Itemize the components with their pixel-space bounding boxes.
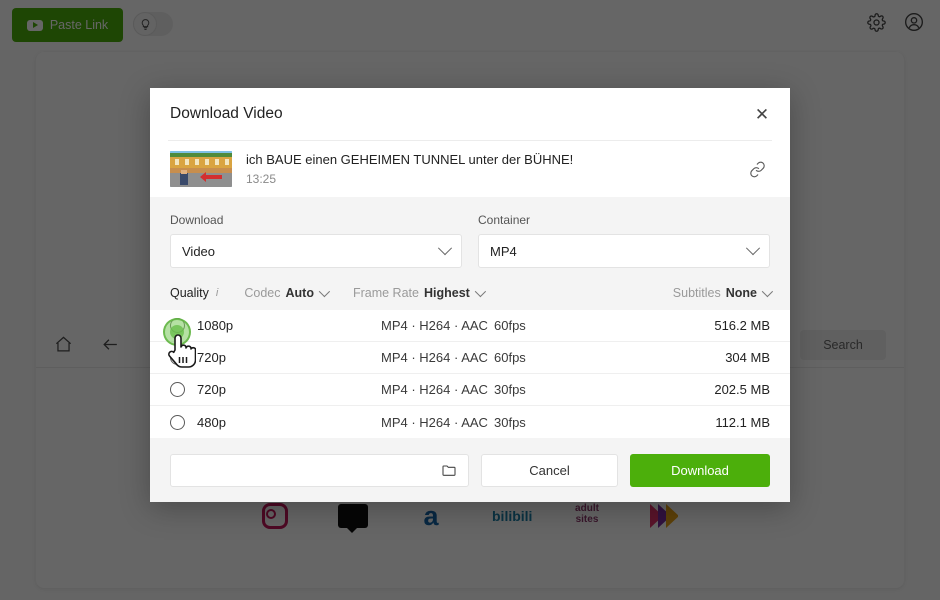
- quality-resolution: 480p: [197, 414, 226, 430]
- quality-codec: MP4 · H264 · AAC: [381, 414, 488, 430]
- subtitles-label: Subtitles: [672, 286, 721, 300]
- quality-resolution: 720p: [197, 382, 226, 397]
- container-value: MP4: [490, 243, 517, 259]
- subtitles-filter[interactable]: Subtitles None: [672, 285, 774, 300]
- video-thumbnail: [170, 151, 232, 187]
- subtitles-value: None: [725, 286, 757, 300]
- quality-options-list: 1080p MP4 · H264 · AAC 60fps 516.2 MB 72…: [150, 310, 790, 438]
- quality-size: 202.5 MB: [714, 382, 770, 397]
- container-select[interactable]: MP4: [478, 234, 770, 268]
- codec-label: Codec: [244, 286, 281, 300]
- quality-label: Quality: [170, 286, 209, 300]
- app-root: Paste Link: [0, 0, 940, 600]
- download-video-dialog: Download Video ✕ ich BAUE einen GEHEIMEN…: [150, 88, 790, 502]
- container-label: Container: [478, 213, 531, 227]
- table-row[interactable]: 1080p MP4 · H264 · AAC 60fps 516.2 MB: [150, 310, 790, 342]
- quality-heading: Quality i: [170, 286, 218, 300]
- dialog-header: Download Video ✕: [150, 88, 790, 140]
- download-type-select[interactable]: Video: [170, 234, 462, 268]
- quality-codec: MP4 · H264 · AAC: [381, 350, 488, 365]
- quality-radio[interactable]: [170, 382, 185, 397]
- info-icon[interactable]: i: [216, 287, 218, 299]
- hand-pointer-cursor: [168, 334, 196, 368]
- chevron-down-icon: [745, 241, 761, 256]
- chevron-down-icon: [437, 241, 453, 256]
- quality-resolution: 720p: [197, 350, 226, 365]
- quality-fps: 60fps: [494, 318, 526, 333]
- chevron-down-icon: [318, 285, 331, 298]
- quality-fps: 30fps: [494, 414, 526, 430]
- quality-filter-row: Quality i Codec Auto Frame Rate Highest …: [170, 285, 774, 300]
- download-type-label: Download: [170, 213, 224, 227]
- quality-codec: MP4 · H264 · AAC: [381, 382, 488, 397]
- dialog-title: Download Video: [170, 105, 283, 122]
- video-duration: 13:25: [246, 172, 277, 186]
- download-type-value: Video: [182, 243, 216, 259]
- chevron-down-icon: [474, 285, 486, 298]
- folder-icon[interactable]: [441, 462, 457, 478]
- video-meta: ich BAUE einen GEHEIMEN TUNNEL unter der…: [246, 152, 749, 186]
- video-title: ich BAUE einen GEHEIMEN TUNNEL unter der…: [246, 152, 574, 167]
- frame-rate-value: Highest: [423, 286, 470, 300]
- quality-fps: 30fps: [494, 382, 526, 397]
- dialog-body: Download Video Container MP4 Quality i C…: [150, 197, 790, 438]
- quality-size: 304 MB: [725, 350, 770, 365]
- quality-size: 112.1 MB: [715, 414, 770, 430]
- format-selects: Download Video Container MP4: [170, 213, 770, 268]
- quality-codec: MP4 · H264 · AAC: [381, 318, 488, 333]
- quality-size: 516.2 MB: [714, 318, 770, 333]
- video-info-row: ich BAUE einen GEHEIMEN TUNNEL unter der…: [150, 141, 790, 197]
- frame-rate-filter[interactable]: Frame Rate Highest: [352, 285, 486, 300]
- save-path-input[interactable]: [170, 453, 469, 487]
- cancel-button[interactable]: Cancel: [481, 453, 618, 487]
- quality-fps: 60fps: [494, 350, 526, 365]
- table-row[interactable]: 480p MP4 · H264 · AAC 30fps 112.1 MB: [150, 406, 790, 438]
- frame-rate-label: Frame Rate: [352, 286, 419, 300]
- table-row[interactable]: 720p MP4 · H264 · AAC 30fps 202.5 MB: [150, 374, 790, 406]
- quality-resolution: 1080p: [197, 318, 234, 333]
- close-icon[interactable]: ✕: [750, 102, 774, 126]
- codec-filter[interactable]: Codec Auto: [244, 285, 331, 300]
- container-col: Container MP4: [478, 213, 770, 268]
- download-button[interactable]: Download: [630, 453, 770, 487]
- link-icon[interactable]: [749, 161, 766, 178]
- table-row[interactable]: 720p MP4 · H264 · AAC 60fps 304 MB: [150, 342, 790, 374]
- dialog-footer: Cancel Download: [150, 438, 790, 502]
- chevron-down-icon: [761, 285, 774, 298]
- quality-radio[interactable]: [170, 414, 185, 430]
- download-type-col: Download Video: [170, 213, 462, 268]
- codec-value: Auto: [285, 286, 314, 300]
